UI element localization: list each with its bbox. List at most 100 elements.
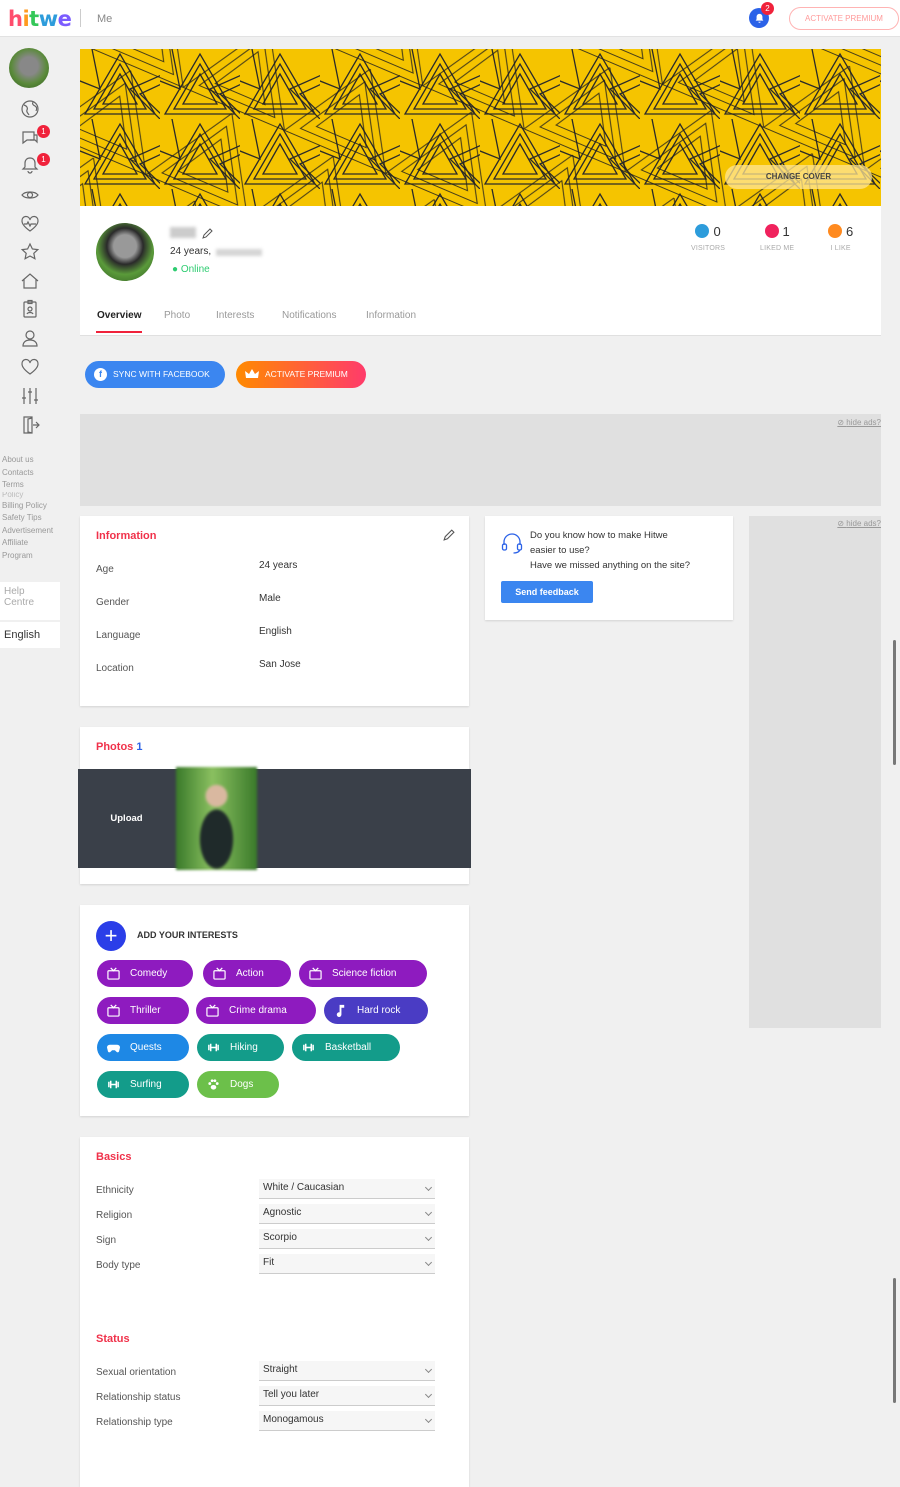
interest-chip-action[interactable]: Action [203, 960, 291, 987]
hitwe-logo[interactable]: hitwe [8, 7, 72, 31]
status-title: Status [96, 1333, 130, 1345]
relationship-type-select[interactable]: Monogamous [259, 1411, 435, 1431]
terms-link[interactable]: Terms [2, 479, 53, 492]
page-title: Me [97, 13, 113, 25]
edit-name-pencil-icon[interactable] [201, 227, 213, 245]
upload-photo-button[interactable]: Upload [78, 769, 175, 868]
dumbbell-icon [303, 1043, 314, 1052]
liked-me-label: LIKED ME [760, 245, 795, 252]
interest-chip-hard-rock[interactable]: Hard rock [324, 997, 428, 1024]
tv-icon [107, 1004, 120, 1017]
profile-age: 24 years, [170, 246, 212, 257]
i-like-stat[interactable]: 6 I LIKE [828, 223, 853, 252]
logout-icon[interactable] [19, 414, 41, 436]
sign-select[interactable]: Scorpio [259, 1229, 435, 1249]
online-status-label: Online [180, 264, 210, 275]
liked-me-stat[interactable]: 1 LIKED ME [760, 223, 794, 252]
age-value: 24 years [259, 560, 298, 571]
visitors-stat[interactable]: 0 VISITORS [691, 223, 725, 252]
interest-chip-hiking[interactable]: Hiking [197, 1034, 284, 1061]
tab-notifications[interactable]: Notifications [282, 310, 336, 321]
heart-pulse-icon[interactable] [19, 213, 41, 235]
i-like-count: 6 [846, 224, 854, 239]
interest-chip-comedy[interactable]: Comedy [97, 960, 193, 987]
help-centre-link[interactable]: Help Centre [0, 582, 60, 620]
interest-chip-dogs[interactable]: Dogs [197, 1071, 279, 1098]
divider [80, 9, 81, 27]
sync-facebook-button[interactable]: f SYNC WITH FACEBOOK [85, 361, 225, 388]
eye-icon[interactable] [19, 184, 41, 206]
interest-chip-quests[interactable]: Quests [97, 1034, 189, 1061]
sign-label: Sign [96, 1235, 117, 1246]
gender-label: Gender [96, 597, 130, 608]
id-badge-icon[interactable] [19, 298, 41, 320]
religion-label: Religion [96, 1210, 133, 1221]
interest-chip-science-fiction[interactable]: Science fiction [299, 960, 427, 987]
chevron-down-icon [424, 1183, 433, 1192]
hide-ads-link-2[interactable]: ⊘ hide ads? [837, 519, 881, 528]
body-type-select[interactable]: Fit [259, 1254, 435, 1274]
contacts-link[interactable]: Contacts [2, 467, 53, 480]
policy-link[interactable]: Policy [2, 492, 53, 500]
language-selector[interactable]: English [0, 622, 60, 648]
photo-strip: Upload [78, 767, 471, 870]
affiliate-link[interactable]: Affiliate [2, 537, 53, 550]
billing-policy-link[interactable]: Billing Policy [2, 500, 53, 513]
visitors-icon [695, 224, 710, 238]
interest-chip-crime-drama[interactable]: Crime drama [196, 997, 316, 1024]
tab-information[interactable]: Information [366, 310, 416, 321]
tv-icon [309, 967, 322, 980]
religion-select[interactable]: Agnostic [259, 1204, 435, 1224]
scrollbar-thumb-2[interactable] [893, 1278, 896, 1403]
interest-chip-basketball[interactable]: Basketball [292, 1034, 400, 1061]
feedback-text: Do you know how to make Hitwe easier to … [530, 528, 690, 573]
tab-interests[interactable]: Interests [216, 310, 254, 321]
notifications-count-badge: 2 [761, 2, 774, 15]
gender-value: Male [259, 593, 281, 604]
photo-thumbnail[interactable] [176, 767, 257, 870]
ethnicity-select[interactable]: White / Caucasian [259, 1179, 435, 1199]
online-status: ● Online [172, 264, 210, 275]
tab-photo[interactable]: Photo [164, 310, 190, 321]
relationship-status-select[interactable]: Tell you later [259, 1386, 435, 1406]
information-title: Information [96, 530, 157, 542]
about-link[interactable]: About us [2, 454, 53, 467]
photos-card: Photos 1 Upload [78, 727, 471, 884]
add-interests-label[interactable]: ADD YOUR INTERESTS [137, 930, 238, 940]
chevron-down-icon [424, 1415, 433, 1424]
scrollbar-thumb[interactable] [893, 640, 896, 765]
star-icon[interactable] [19, 241, 41, 263]
hide-ads-link[interactable]: ⊘ hide ads? [837, 418, 881, 427]
interest-chip-thriller[interactable]: Thriller [97, 997, 189, 1024]
activate-premium-button[interactable]: ACTIVATE PREMIUM [236, 361, 366, 388]
affiliate-program-link[interactable]: Program [2, 550, 53, 563]
interest-chip-surfing[interactable]: Surfing [97, 1071, 189, 1098]
activate-premium-top-button[interactable]: ACTIVATE PREMIUM [789, 7, 899, 30]
feedback-card: Do you know how to make Hitwe easier to … [485, 516, 733, 620]
advertisement-link[interactable]: Advertisement [2, 525, 53, 538]
tv-icon [213, 967, 226, 980]
home-icon[interactable] [19, 270, 41, 292]
chevron-down-icon [424, 1233, 433, 1242]
change-cover-button[interactable]: CHANGE COVER [725, 165, 872, 189]
tab-overview[interactable]: Overview [97, 310, 141, 321]
safety-tips-link[interactable]: Safety Tips [2, 512, 53, 525]
activate-premium-label: ACTIVATE PREMIUM [265, 369, 348, 379]
profile-name-blurred [170, 227, 196, 238]
user-icon[interactable] [19, 327, 41, 349]
ad-banner: ⊘ hide ads? [80, 414, 881, 506]
basics-title: Basics [96, 1151, 132, 1163]
sexual-orientation-select[interactable]: Straight [259, 1361, 435, 1381]
settings-sliders-icon[interactable] [19, 385, 41, 407]
heart-icon[interactable] [19, 356, 41, 378]
avatar[interactable] [9, 48, 49, 88]
i-like-icon [828, 224, 842, 238]
edit-information-pencil-icon[interactable] [442, 529, 455, 547]
send-feedback-button[interactable]: Send feedback [501, 581, 593, 603]
add-interests-button[interactable]: + [96, 921, 126, 951]
relationship-status-label: Relationship status [96, 1392, 181, 1403]
ethnicity-label: Ethnicity [96, 1185, 134, 1196]
profile-avatar[interactable] [96, 223, 154, 281]
globe-icon[interactable] [19, 98, 41, 120]
messages-badge: 1 [37, 125, 50, 138]
